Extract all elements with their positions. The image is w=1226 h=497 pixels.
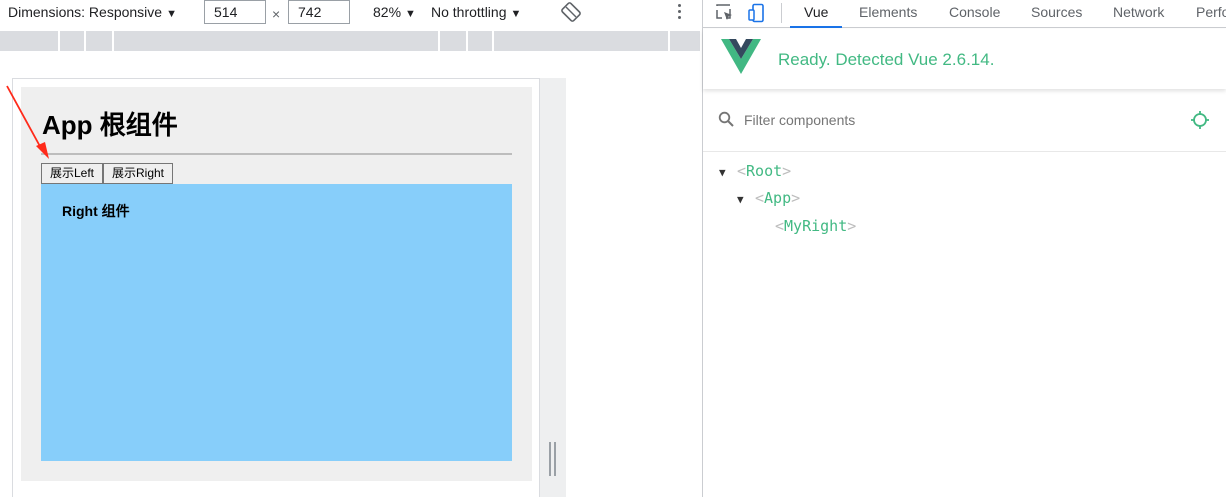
ruler-tick (58, 31, 60, 51)
width-input[interactable]: 514 (204, 0, 266, 24)
divider (41, 153, 512, 155)
tab-network[interactable]: Network (1113, 0, 1164, 28)
zoom-dropdown[interactable]: 82% ▼ (373, 0, 416, 24)
zoom-label: 82% (373, 4, 402, 20)
page-title: App 根组件 (42, 110, 178, 140)
tree-bracket: > (847, 217, 857, 235)
vue-detection-status: Ready. Detected Vue 2.6.14. (778, 50, 995, 69)
device-emulation-pane: Dimensions: Responsive ▼ 514 × 742 82% ▼ N… (0, 0, 702, 497)
ruler-tick (112, 31, 114, 51)
devtools-tab-bar: Vue Elements Console Sources Network Per… (703, 0, 1226, 28)
tab-console[interactable]: Console (949, 0, 1000, 28)
select-component-target-icon[interactable] (1190, 110, 1210, 130)
show-right-button[interactable]: 展示Right (103, 163, 173, 184)
right-component-title: Right 组件 (62, 203, 130, 219)
media-query-ruler[interactable] (0, 31, 700, 51)
dimensions-label: Dimensions: Responsive (8, 4, 163, 20)
inspect-element-icon[interactable] (715, 3, 735, 23)
ruler-tick (492, 31, 494, 51)
tab-elements[interactable]: Elements (859, 0, 917, 28)
resize-handle[interactable] (554, 442, 556, 476)
dropdown-caret-icon: ▼ (510, 8, 522, 20)
toolbar-separator (781, 3, 782, 23)
vue-devtools-header: Ready. Detected Vue 2.6.14. (703, 29, 1226, 89)
ruler-tick (438, 31, 440, 51)
height-input[interactable]: 742 (288, 0, 350, 24)
dropdown-caret-icon: ▼ (166, 8, 177, 20)
throttling-dropdown[interactable]: No throttling ▼ (431, 0, 521, 24)
ruler-tick (84, 31, 86, 51)
app-root-component: App 根组件 展示Left 展示Right Right 组件 (21, 87, 532, 481)
device-toggle-icon[interactable] (747, 3, 767, 23)
filter-components-input[interactable] (744, 109, 1164, 131)
tree-bracket: < (775, 217, 785, 235)
tree-node-myright[interactable]: <MyRight> (775, 215, 856, 237)
tree-bracket: > (782, 162, 792, 180)
tree-node-app[interactable]: ▼ <App> (737, 187, 800, 209)
tree-node-label: App (764, 189, 792, 207)
throttling-label: No throttling (431, 4, 507, 20)
tree-node-root[interactable]: ▼ <Root> (719, 160, 791, 182)
tab-vue[interactable]: Vue (789, 0, 844, 28)
rotate-icon[interactable] (560, 1, 582, 23)
dropdown-caret-icon: ▼ (405, 8, 416, 20)
right-component-box: Right 组件 (41, 184, 512, 461)
vue-logo-icon (721, 39, 761, 74)
ruler-tick (668, 31, 670, 51)
tab-performance[interactable]: Perfo (1196, 0, 1226, 28)
screen: Dimensions: Responsive ▼ 514 × 742 82% ▼ N… (0, 0, 1226, 497)
component-filter-bar (703, 94, 1226, 152)
expand-caret-icon[interactable]: ▼ (719, 162, 737, 184)
viewport-gutter (540, 78, 566, 497)
annotation-arrow (6, 85, 49, 159)
dimensions-dropdown[interactable]: Dimensions: Responsive ▼ (8, 0, 177, 24)
kebab-menu-icon[interactable] (676, 2, 682, 22)
tab-sources[interactable]: Sources (1031, 0, 1082, 28)
tree-node-label: MyRight (784, 217, 848, 235)
search-icon (718, 111, 734, 127)
tree-bracket: < (737, 162, 747, 180)
devtools-panel: Vue Elements Console Sources Network Per… (703, 0, 1226, 497)
device-toolbar: Dimensions: Responsive ▼ 514 × 742 82% ▼ N… (0, 0, 702, 27)
times-symbol: × (272, 6, 281, 22)
tree-bracket: < (755, 189, 765, 207)
ruler-tick (466, 31, 468, 51)
resize-handle[interactable] (549, 442, 551, 476)
expand-caret-icon[interactable]: ▼ (737, 189, 755, 211)
tree-node-label: Root (746, 162, 783, 180)
tree-bracket: > (791, 189, 801, 207)
